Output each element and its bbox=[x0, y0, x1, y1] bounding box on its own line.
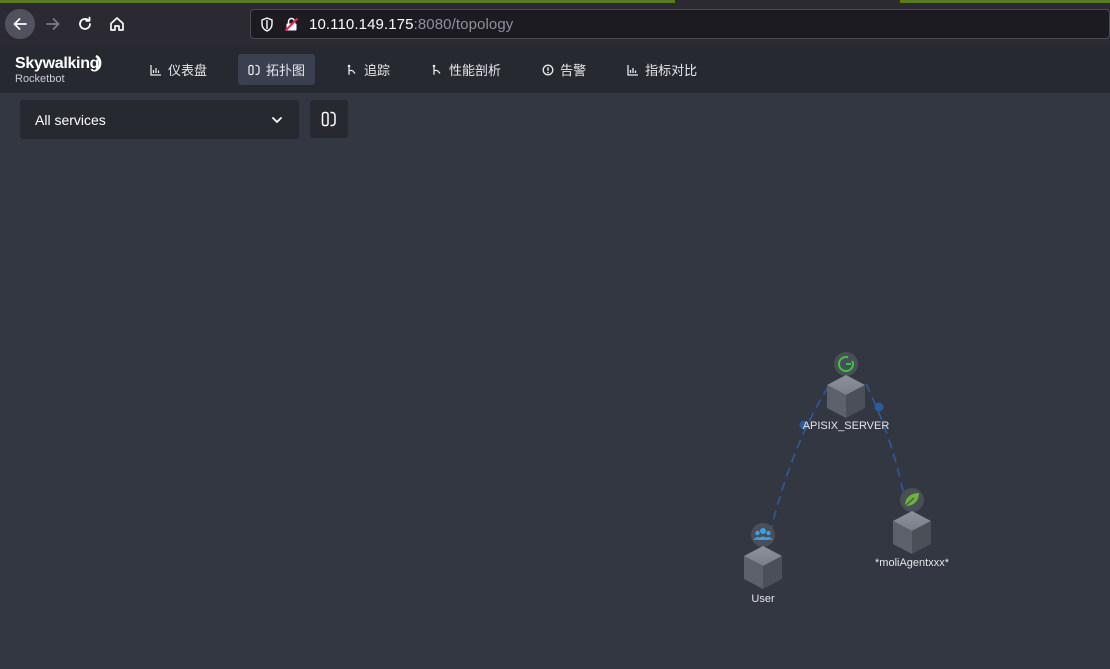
topology-node-moli-agent[interactable] bbox=[893, 488, 931, 554]
topology-node-user[interactable] bbox=[744, 523, 782, 589]
chevron-down-icon bbox=[272, 116, 282, 123]
chart-icon bbox=[150, 64, 162, 76]
logo-title: Skywalking bbox=[15, 55, 100, 72]
layout-toggle-button[interactable] bbox=[310, 100, 348, 138]
tab-strip-indicator bbox=[0, 0, 1110, 3]
cube-icon bbox=[827, 375, 865, 418]
alarm-icon bbox=[542, 64, 554, 76]
nav-item-label: 追踪 bbox=[364, 63, 391, 78]
cube-icon bbox=[744, 546, 782, 589]
reload-icon bbox=[79, 16, 91, 30]
nav-item-topology[interactable]: 拓扑图 bbox=[238, 54, 316, 85]
arrow-right-icon bbox=[46, 18, 60, 30]
topology-canvas[interactable]: APISIX_SERVER *moliAgentxxx* User bbox=[0, 139, 1110, 664]
nav-item-compare[interactable]: 指标对比 bbox=[617, 54, 707, 85]
cube-icon bbox=[893, 511, 931, 554]
logo-subtitle: Rocketbot bbox=[15, 73, 65, 85]
node-label-apisix-server: APISIX_SERVER bbox=[802, 420, 890, 432]
main-nav: 仪表盘 拓扑图 追踪 性能剖析 告警 指标对比 bbox=[140, 54, 728, 85]
nav-item-label: 指标对比 bbox=[645, 63, 698, 78]
trace-icon bbox=[346, 64, 358, 76]
topology-graph bbox=[744, 352, 931, 589]
node-label-moli-agent: *moliAgentxxx* bbox=[875, 557, 949, 569]
service-select-value: All services bbox=[35, 111, 106, 128]
topology-edge-apisix-agent[interactable] bbox=[865, 383, 906, 502]
service-select[interactable]: All services bbox=[20, 100, 299, 139]
forward-button[interactable] bbox=[38, 9, 68, 39]
home-button[interactable] bbox=[102, 9, 132, 39]
node-label-user: User bbox=[751, 593, 775, 605]
topology-node-apisix-server[interactable] bbox=[827, 352, 865, 418]
layout-icon bbox=[321, 111, 336, 127]
address-bar[interactable]: 10.110.149.175:8080/topology bbox=[250, 9, 1110, 39]
shield-icon[interactable] bbox=[259, 16, 275, 32]
nav-item-label: 拓扑图 bbox=[266, 63, 306, 78]
insecure-lock-icon[interactable] bbox=[283, 16, 299, 32]
url-host: 10.110.149.175 bbox=[309, 15, 414, 33]
url-path: :8080/topology bbox=[413, 15, 514, 33]
arrow-left-icon bbox=[13, 18, 27, 30]
reload-button[interactable] bbox=[70, 9, 100, 39]
skywalking-logo[interactable]: Skywalking Rocketbot bbox=[15, 54, 102, 85]
topology-edge-user-apisix[interactable] bbox=[769, 386, 829, 535]
nav-item-label: 仪表盘 bbox=[168, 63, 208, 78]
app-header: Skywalking Rocketbot 仪表盘 拓扑图 追踪 性能剖析 告警 … bbox=[0, 46, 1110, 93]
nav-item-trace[interactable]: 追踪 bbox=[336, 54, 400, 85]
nav-item-label: 性能剖析 bbox=[449, 63, 502, 78]
nav-item-alarm[interactable]: 告警 bbox=[532, 54, 596, 85]
back-button[interactable] bbox=[5, 9, 35, 39]
browser-toolbar: 10.110.149.175:8080/topology bbox=[0, 0, 1110, 46]
url-text: 10.110.149.175:8080/topology bbox=[309, 16, 513, 33]
nav-item-dashboard[interactable]: 仪表盘 bbox=[140, 54, 217, 85]
topology-icon bbox=[248, 64, 260, 76]
nav-item-label: 告警 bbox=[560, 63, 587, 78]
home-icon bbox=[110, 17, 124, 31]
nav-item-profile[interactable]: 性能剖析 bbox=[421, 54, 511, 85]
compare-icon bbox=[627, 64, 639, 76]
profile-icon bbox=[431, 64, 443, 76]
logo-arc-icon bbox=[95, 54, 102, 72]
